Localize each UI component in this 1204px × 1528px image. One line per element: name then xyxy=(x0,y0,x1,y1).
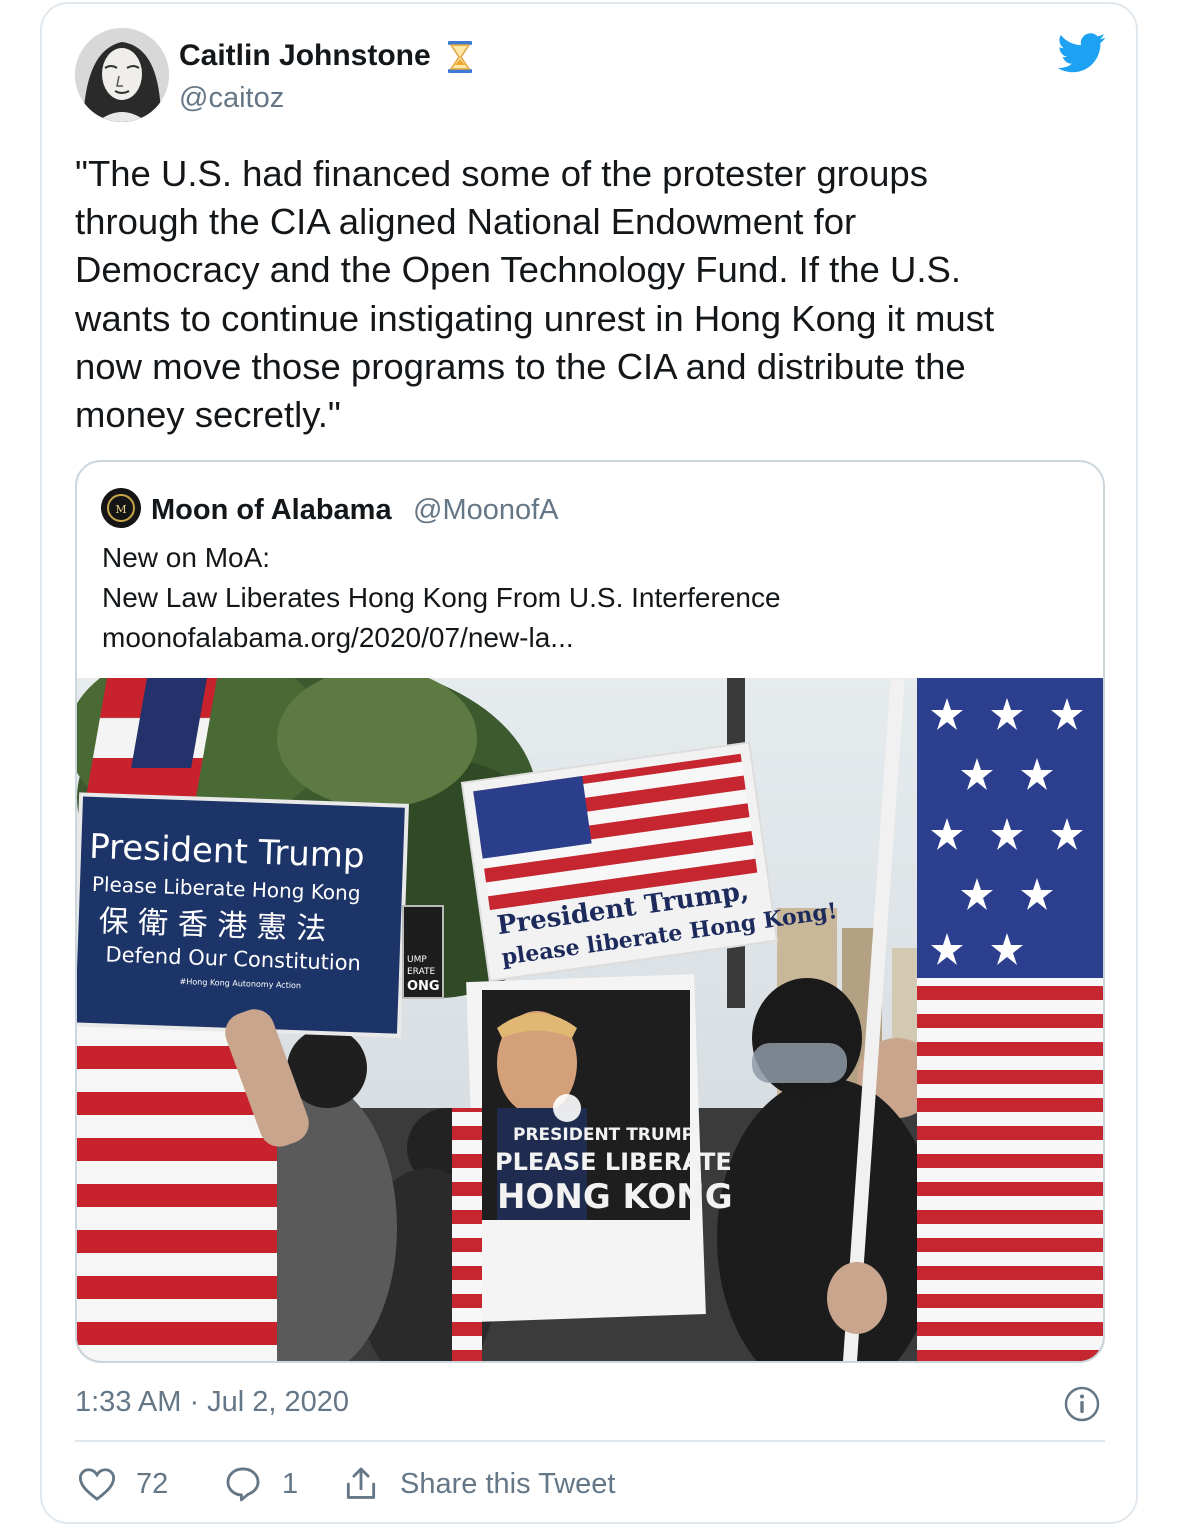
tweet-text: "The U.S. had financed some of the prote… xyxy=(75,153,995,436)
author-name[interactable]: Caitlin Johnstone xyxy=(179,38,431,74)
author-handle[interactable]: @caitoz xyxy=(179,80,284,116)
share-action[interactable]: Share this Tweet xyxy=(342,1460,615,1508)
heart-icon[interactable] xyxy=(78,1466,116,1502)
small-sign-line2: ERATE xyxy=(407,967,436,977)
divider xyxy=(75,1440,1105,1442)
small-sign-line1: UMP xyxy=(407,955,427,965)
like-action[interactable]: 72 xyxy=(78,1460,168,1508)
moon-of-alabama-logo-icon[interactable]: M xyxy=(101,488,141,528)
svg-text:M: M xyxy=(115,503,126,516)
poster-line1: PRESIDENT TRUMP xyxy=(513,1125,694,1145)
tweet-timestamp[interactable]: 1:33 AM · Jul 2, 2020 xyxy=(75,1382,349,1422)
quoted-tweet-photo[interactable]: President Trump Please Liberate Hong Kon… xyxy=(77,678,1105,1363)
info-icon[interactable] xyxy=(1063,1385,1101,1423)
poster-line2: PLEASE LIBERATE xyxy=(495,1148,732,1176)
quoted-tweet[interactable]: M Moon of Alabama @MoonofA New on MoA: N… xyxy=(75,460,1105,1363)
reply-count: 1 xyxy=(282,1467,299,1500)
quoted-author-name[interactable]: Moon of Alabama xyxy=(151,492,392,528)
hourglass-icon xyxy=(448,41,472,73)
share-icon[interactable] xyxy=(342,1465,380,1503)
like-count: 72 xyxy=(136,1467,169,1500)
reply-icon[interactable] xyxy=(224,1465,262,1503)
share-label[interactable]: Share this Tweet xyxy=(400,1468,615,1501)
quoted-author-handle[interactable]: @MoonofA xyxy=(413,492,559,528)
poster-line3: HONG KONG xyxy=(497,1177,733,1217)
quoted-tweet-text: New on MoA: New Law Liberates Hong Kong … xyxy=(102,542,781,653)
author-avatar[interactable] xyxy=(75,28,169,122)
user-avatar-icon xyxy=(75,28,169,122)
small-sign-line3: ONG xyxy=(407,979,440,994)
twitter-bird-icon[interactable] xyxy=(1058,32,1106,74)
reply-action[interactable]: 1 xyxy=(224,1460,298,1508)
